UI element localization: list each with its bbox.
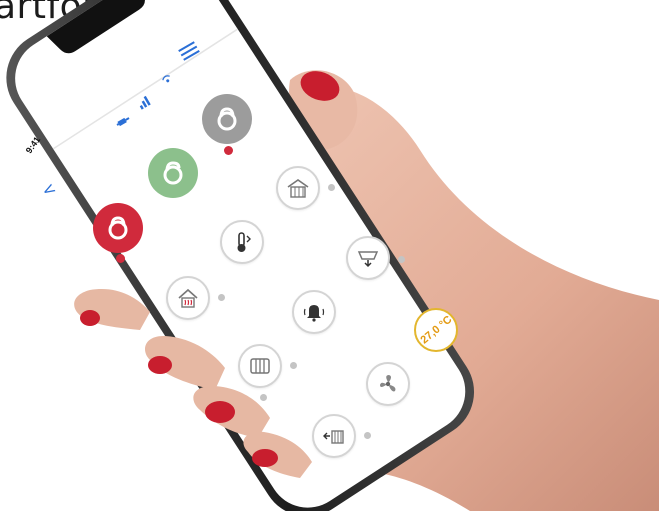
- radiator-icon[interactable]: [238, 344, 282, 388]
- sliding-gate-icon[interactable]: [312, 414, 356, 458]
- gate-icon[interactable]: [276, 166, 320, 210]
- house-heating-icon[interactable]: [166, 276, 210, 320]
- ring-finger-nail: [205, 401, 235, 423]
- middle-finger-nail: [148, 356, 172, 374]
- fan-icon[interactable]: [366, 362, 410, 406]
- awning-icon[interactable]: [346, 236, 390, 280]
- alarm-bell-icon[interactable]: [292, 290, 336, 334]
- temperature-value: 27,0 °C: [418, 313, 454, 347]
- padlock-icon[interactable]: [93, 203, 143, 253]
- padlock-icon[interactable]: [202, 94, 252, 144]
- temperature-display[interactable]: 27,0 °C: [414, 308, 458, 352]
- padlock-icon[interactable]: [148, 148, 198, 198]
- little-finger-nail: [252, 449, 278, 467]
- thermometer-icon[interactable]: [220, 220, 264, 264]
- index-finger-nail: [80, 310, 100, 326]
